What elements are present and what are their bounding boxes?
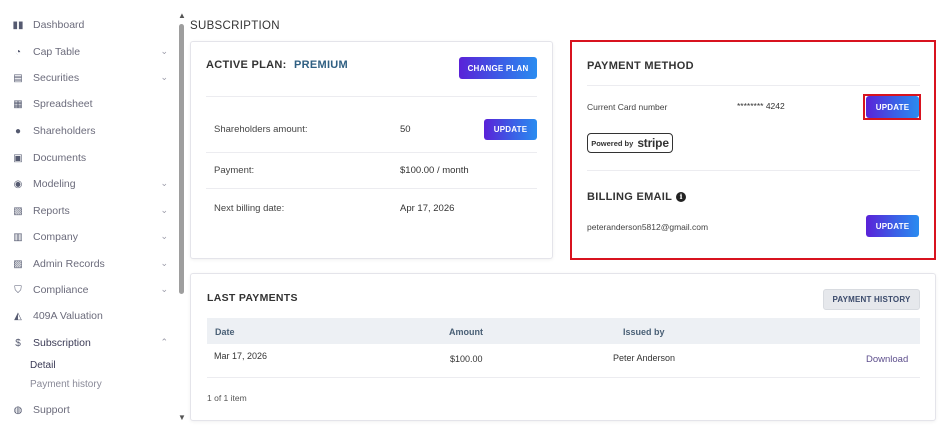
sidebar-item-label: 409A Valuation [33, 310, 103, 322]
sidebar-item-409a-valuation[interactable]: ◭ 409A Valuation [12, 306, 174, 326]
sidebar-item-reports[interactable]: ▧ Reports ⌄ [12, 201, 174, 221]
scroll-thumb[interactable] [179, 24, 184, 294]
scroll-up-icon[interactable]: ▲ [178, 12, 186, 20]
last-payments-title: LAST PAYMENTS [207, 292, 298, 304]
valuation-icon: ◭ [14, 310, 22, 322]
sidebar-item-label: Company [33, 231, 78, 243]
person-icon: ● [14, 125, 22, 137]
sidebar-item-label: Admin Records [33, 258, 105, 270]
active-plan-heading: ACTIVE PLAN: PREMIUM [206, 59, 348, 71]
support-icon: ◍ [13, 404, 23, 416]
sidebar-item-label: Cap Table [33, 46, 81, 58]
dashboard-icon: ▮▮ [12, 19, 24, 31]
sidebar-item-label: Subscription [33, 337, 91, 349]
chevron-down-icon: ⌄ [160, 205, 168, 215]
payment-date: Mar 17, 2026 [214, 351, 268, 361]
sidebar-item-company[interactable]: ▥ Company ⌄ [12, 227, 174, 247]
chevron-down-icon: ⌄ [160, 46, 168, 56]
payment-label: Payment: [214, 165, 255, 176]
sidebar-item-securities[interactable]: ▤ Securities ⌄ [12, 68, 174, 88]
sidebar-item-label: Spreadsheet [33, 98, 93, 110]
divider [206, 96, 537, 97]
payment-issued-by: Peter Anderson [613, 353, 676, 363]
page-title: SUBSCRIPTION [190, 20, 280, 32]
sidebar-item-spreadsheet[interactable]: ▦ Spreadsheet [12, 94, 174, 114]
shield-icon: ⛉ [14, 284, 22, 296]
sidebar-subitem-payment-history[interactable]: Payment history [30, 379, 102, 390]
sidebar-item-documents[interactable]: ▣ Documents [12, 148, 174, 168]
divider [207, 377, 920, 378]
documents-icon: ▣ [13, 152, 23, 164]
chevron-down-icon: ⌄ [160, 178, 168, 188]
plan-name: PREMIUM [293, 59, 349, 71]
securities-icon: ▤ [13, 72, 23, 84]
admin-records-icon: ▨ [13, 258, 23, 270]
sidebar-item-shareholders[interactable]: ● Shareholders [12, 121, 174, 141]
sidebar-item-label: Modeling [33, 178, 76, 190]
reports-icon: ▧ [13, 205, 23, 217]
chevron-down-icon: ⌄ [160, 72, 168, 82]
sidebar-item-support[interactable]: ◍ Support [12, 400, 174, 420]
dollar-icon: $ [15, 337, 21, 349]
sidebar-item-label: Dashboard [33, 19, 85, 31]
pagination-info: 1 of 1 item [207, 393, 247, 403]
scroll-down-icon[interactable]: ▼ [178, 414, 186, 422]
sidebar-item-label: Reports [33, 205, 70, 217]
payment-history-button[interactable]: PAYMENT HISTORY [823, 289, 920, 310]
sidebar-item-label: Shareholders [33, 125, 96, 137]
sidebar-item-cap-table[interactable]: ◔ Cap Table ⌄ [12, 42, 174, 62]
payment-amount: $100.00 [450, 354, 483, 364]
sidebar-item-label: Documents [33, 152, 87, 164]
chevron-down-icon: ⌄ [160, 231, 168, 241]
chevron-down-icon: ⌄ [160, 258, 168, 268]
column-header-issued-by[interactable]: Issued by [623, 327, 665, 337]
payment-value: $100.00 / month [400, 165, 469, 176]
spreadsheet-icon: ▦ [13, 98, 23, 110]
column-header-amount[interactable]: Amount [449, 327, 483, 337]
sidebar-item-compliance[interactable]: ⛉ Compliance ⌄ [12, 280, 174, 300]
sidebar-item-admin-records[interactable]: ▨ Admin Records ⌄ [12, 254, 174, 274]
update-shareholders-button[interactable]: UPDATE [484, 119, 537, 140]
divider [206, 188, 537, 189]
sidebar-item-label: Support [33, 404, 70, 416]
next-billing-date-value: Apr 17, 2026 [400, 203, 455, 214]
pie-chart-icon: ◔ [14, 46, 22, 58]
active-plan-label: ACTIVE PLAN: [206, 59, 287, 71]
payment-section-highlight [570, 40, 936, 260]
download-link[interactable]: Download [866, 354, 908, 365]
sidebar-item-label: Compliance [33, 284, 89, 296]
sidebar-item-label: Securities [33, 72, 80, 84]
next-billing-date-label: Next billing date: [214, 203, 285, 214]
building-icon: ▥ [13, 231, 23, 243]
chevron-down-icon: ⌄ [160, 284, 168, 294]
column-header-date[interactable]: Date [215, 327, 235, 337]
update-card-highlight [863, 94, 921, 120]
sidebar-item-dashboard[interactable]: ▮▮ Dashboard [12, 15, 174, 35]
change-plan-button[interactable]: CHANGE PLAN [459, 57, 537, 79]
shareholders-amount-label: Shareholders amount: [214, 124, 308, 135]
lightbulb-icon: ◉ [13, 178, 23, 190]
payments-table-header: Date Amount Issued by [207, 318, 920, 344]
sidebar: ▮▮ Dashboard ◔ Cap Table ⌄ ▤ Securities … [0, 0, 176, 433]
shareholders-amount-value: 50 [400, 124, 411, 135]
divider [206, 152, 537, 153]
sidebar-item-modeling[interactable]: ◉ Modeling ⌄ [12, 174, 174, 194]
scrollbar[interactable]: ▲ ▼ [177, 12, 186, 422]
sidebar-subitem-detail[interactable]: Detail [30, 360, 56, 371]
sidebar-item-subscription[interactable]: $ Subscription ⌃ [12, 333, 174, 353]
chevron-up-icon: ⌃ [160, 337, 168, 347]
